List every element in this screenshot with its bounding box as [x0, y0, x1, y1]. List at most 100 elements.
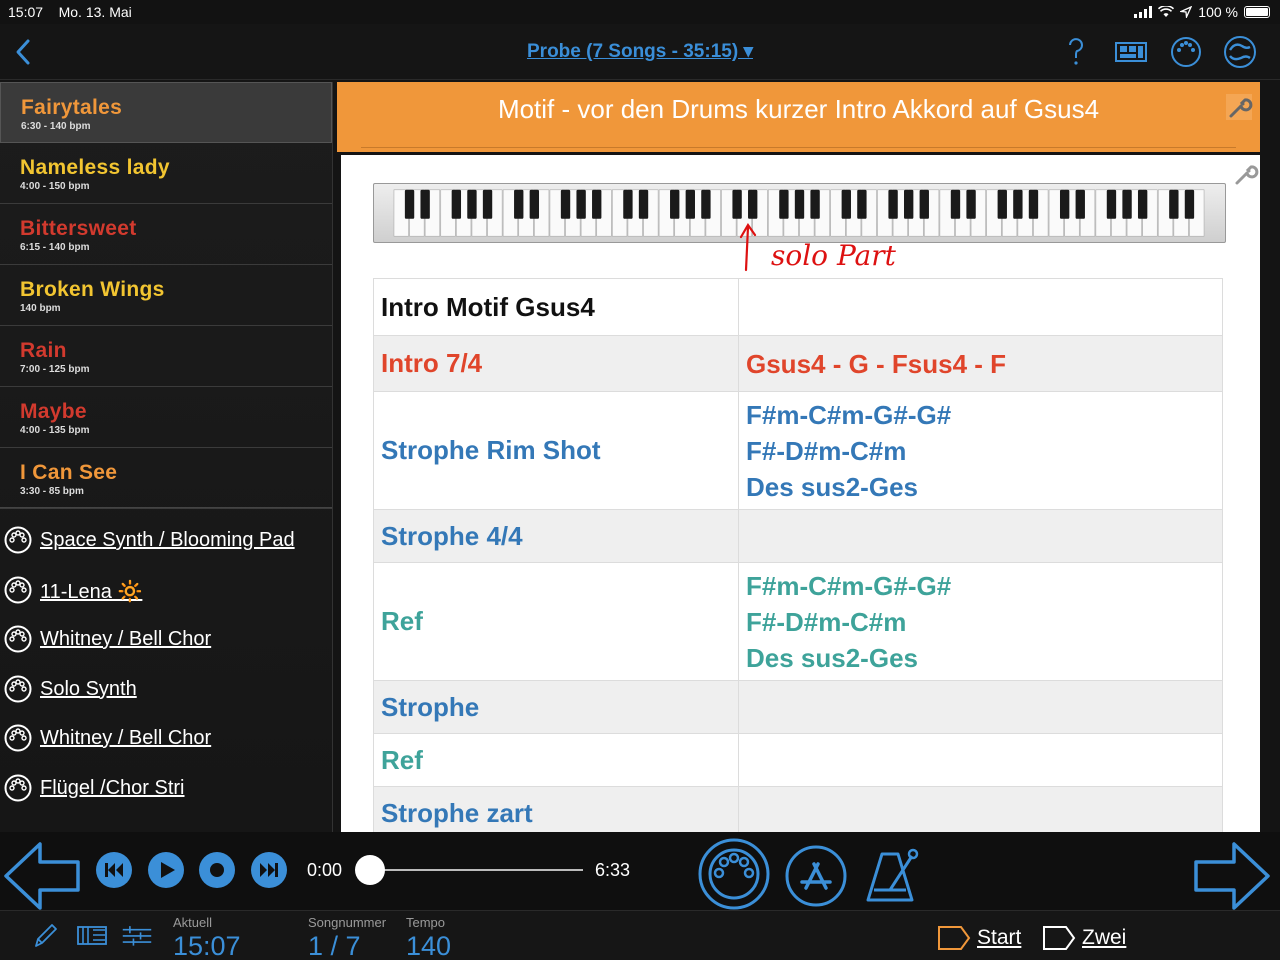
chord-row: Intro Motif Gsus4: [373, 278, 1223, 336]
preset-item[interactable]: Whitney / Bell Chor: [0, 724, 332, 774]
progress-knob[interactable]: [355, 855, 385, 885]
midi-preset-icon: [4, 526, 32, 554]
song-item[interactable]: Bittersweet 6:15 - 140 bpm: [0, 204, 332, 265]
song-item[interactable]: Broken Wings 140 bpm: [0, 265, 332, 326]
black-key: [1028, 189, 1039, 219]
sliders-icon[interactable]: [121, 921, 153, 949]
chord-line: F#-D#m-C#m: [746, 606, 907, 637]
section-chords: [738, 733, 1223, 787]
transport-bar: 0:00 6:33: [0, 832, 1280, 910]
preset-item[interactable]: 11-Lena 🔆: [0, 576, 332, 626]
preset-item[interactable]: Space Synth / Blooming Pad: [0, 526, 332, 576]
chord-row: Ref: [373, 733, 1223, 787]
black-key: [467, 189, 477, 219]
zwei-tag-icon: [1043, 926, 1076, 950]
song-meta: 6:30 - 140 bpm: [21, 121, 91, 132]
start-tag-icon: [938, 926, 971, 950]
black-key: [514, 189, 524, 219]
progress-track[interactable]: [370, 869, 583, 871]
mixer-layout-icon[interactable]: [76, 921, 108, 949]
preset-item[interactable]: Solo Synth: [0, 675, 332, 725]
zwei-marker-button[interactable]: Zwei: [1042, 925, 1126, 951]
chord-row: Ref F#m-C#m-G#-G# F#-D#m-C#m Des sus2-Ges: [373, 562, 1223, 681]
black-key: [1122, 189, 1132, 219]
status-right: 100 %: [1134, 4, 1270, 20]
lead-sheet-page: solo Part Intro Motif Gsus4 Intro 7/4 Gsus…: [341, 155, 1260, 832]
song-item[interactable]: Nameless lady 4:00 - 150 bpm: [0, 143, 332, 204]
section-chords: [738, 786, 1223, 832]
stop-button[interactable]: [199, 852, 235, 888]
section-chords: [738, 509, 1223, 563]
song-item[interactable]: Fairytales 6:30 - 140 bpm: [0, 82, 332, 143]
play-button[interactable]: [148, 852, 184, 888]
black-key: [623, 189, 633, 219]
page-wrench-icon[interactable]: [1230, 155, 1260, 189]
previous-song-arrow-icon[interactable]: [2, 840, 82, 912]
section-chords: [738, 278, 1223, 336]
section-name: Strophe zart: [373, 786, 739, 832]
battery-icon: [1244, 6, 1270, 18]
song-item[interactable]: Maybe 4:00 - 135 bpm: [0, 387, 332, 448]
app-store-icon[interactable]: [784, 844, 848, 908]
chord-row: Strophe zart: [373, 786, 1223, 832]
section-name: Intro 7/4: [373, 335, 739, 392]
black-key: [1013, 189, 1023, 219]
location-arrow-icon: [1180, 6, 1193, 18]
play-icon: [161, 862, 175, 878]
midi-preset-icon: [4, 675, 32, 702]
black-key: [966, 189, 976, 219]
midi-connector-icon[interactable]: [697, 837, 771, 911]
chord-line: F#m-C#m-G#-G#: [746, 399, 952, 430]
midi-icon[interactable]: [1168, 34, 1204, 70]
song-list: Fairytales 6:30 - 140 bpm Nameless lady 4:0…: [0, 82, 332, 509]
section-name: Strophe: [373, 680, 739, 734]
section-chords: F#m-C#m-G#-G# F#-D#m-C#m Des sus2-Ges: [738, 562, 1223, 681]
next-song-arrow-icon[interactable]: [1192, 840, 1272, 912]
song-item[interactable]: I Can See 3:30 - 85 bpm: [0, 448, 332, 509]
song-meta: 3:30 - 85 bpm: [20, 486, 84, 497]
preset-label: 11-Lena 🔆: [40, 580, 143, 603]
metronome-icon[interactable]: [858, 844, 922, 908]
black-key: [1059, 189, 1070, 219]
section-name: Intro Motif Gsus4: [373, 278, 739, 336]
sync-icon[interactable]: [1222, 34, 1258, 70]
chord-table: Intro Motif Gsus4 Intro 7/4 Gsus4 - G - Fs…: [373, 278, 1223, 832]
song-notes-header: Motif - vor den Drums kurzer Intro Akkor…: [337, 82, 1260, 152]
chord-line: F#m-C#m-G#-G#: [746, 570, 952, 601]
chord-row: Intro 7/4 Gsus4 - G - Fsus4 - F: [373, 335, 1223, 392]
pencil-icon[interactable]: [30, 921, 62, 949]
song-meta: 4:00 - 135 bpm: [20, 425, 90, 436]
song-meta: 6:15 - 140 bpm: [20, 242, 90, 253]
help-icon[interactable]: [1058, 34, 1094, 70]
black-key: [1184, 189, 1195, 219]
song-item[interactable]: Rain 7:00 - 125 bpm: [0, 326, 332, 387]
black-key: [420, 189, 430, 219]
chord-line: Gsus4 - G - Fsus4 - F: [746, 348, 1007, 379]
section-chords: F#m-C#m-G#-G# F#-D#m-C#m Des sus2-Ges: [738, 391, 1223, 510]
cellular-signal-icon: [1134, 6, 1153, 18]
rewind-button[interactable]: [96, 852, 132, 888]
preset-item[interactable]: Flügel /Chor Stri: [0, 774, 332, 824]
skip-forward-button[interactable]: [251, 852, 287, 888]
skip-back-icon: [105, 863, 123, 877]
section-name: Strophe 4/4: [373, 509, 739, 563]
midi-preset-icon: [4, 625, 32, 653]
page-marker-icon[interactable]: [344, 641, 366, 657]
layout-icon[interactable]: [1113, 34, 1149, 70]
black-key: [1106, 189, 1117, 219]
header-divider: [361, 147, 1236, 148]
black-key: [670, 189, 680, 219]
black-key: [1075, 189, 1085, 219]
annotation-text: solo Part: [771, 239, 897, 272]
start-marker-button[interactable]: Start: [937, 925, 1021, 951]
nav-bar: Probe (7 Songs - 35:15) ▾: [0, 24, 1280, 80]
song-name: Rain: [20, 339, 67, 362]
section-chords: [738, 680, 1223, 734]
chord-row: Strophe 4/4: [373, 509, 1223, 563]
midi-preset-icon: [4, 724, 32, 752]
midi-preset-icon: [4, 774, 32, 801]
chord-line: F#-D#m-C#m: [746, 435, 907, 466]
wrench-icon[interactable]: [1224, 92, 1254, 122]
start-label: Start: [977, 926, 1022, 949]
preset-item[interactable]: Whitney / Bell Chor: [0, 625, 332, 675]
